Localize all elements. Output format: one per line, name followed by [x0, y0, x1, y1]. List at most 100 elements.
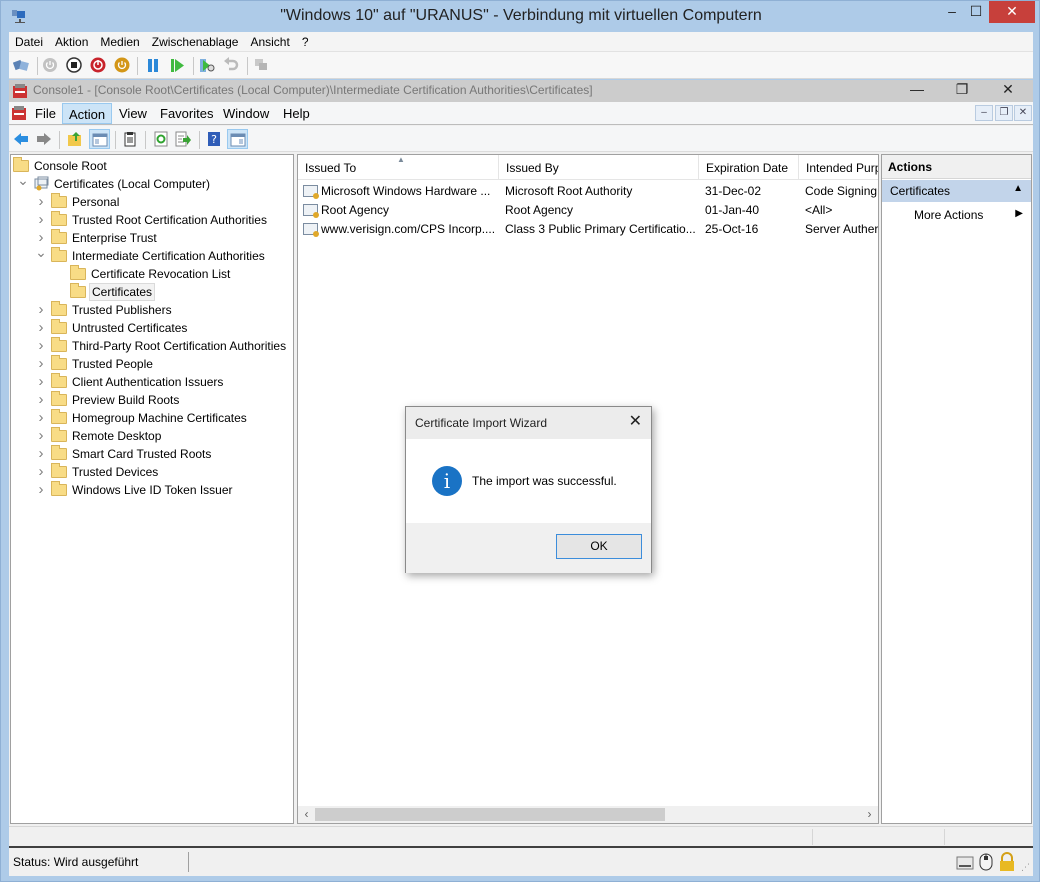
show-hide-action-pane-button[interactable]: [227, 129, 248, 149]
action-more-actions[interactable]: More Actions ▶: [882, 204, 1031, 226]
dialog-close-icon[interactable]: ✕: [629, 411, 642, 431]
chevron-right-icon[interactable]: ›: [35, 445, 47, 463]
maximize-button[interactable]: ☐: [961, 1, 991, 23]
chevron-right-icon[interactable]: ›: [35, 373, 47, 391]
menu-aktion[interactable]: Aktion: [49, 32, 94, 52]
tree-item[interactable]: ⌄ Certificates (Local Computer): [11, 172, 293, 193]
chevron-right-icon[interactable]: ›: [35, 193, 47, 211]
scroll-right-icon[interactable]: ›: [861, 806, 878, 823]
menu-ansicht[interactable]: Ansicht: [244, 32, 295, 52]
menu-help[interactable]: Help: [277, 103, 316, 124]
column-issued-by[interactable]: Issued By: [499, 155, 699, 180]
ok-button[interactable]: OK: [556, 534, 642, 559]
tree-item[interactable]: › Smart Card Trusted Roots: [11, 445, 293, 463]
chevron-right-icon[interactable]: ›: [35, 337, 47, 355]
chevron-right-icon[interactable]: ›: [35, 301, 47, 319]
horizontal-scrollbar[interactable]: ‹ ›: [298, 806, 878, 823]
close-button[interactable]: ✕: [989, 1, 1035, 23]
start-icon[interactable]: [42, 57, 58, 73]
certificate-store-icon: [34, 176, 49, 191]
menu-action[interactable]: Action: [62, 103, 113, 124]
folder-icon: [51, 211, 67, 226]
scroll-left-icon[interactable]: ‹: [298, 806, 315, 823]
menu-help[interactable]: ?: [296, 32, 315, 52]
folder-icon: [51, 229, 67, 244]
menu-view[interactable]: View: [113, 103, 153, 124]
menu-favorites[interactable]: Favorites: [154, 103, 219, 124]
tree-item[interactable]: Certificate Revocation List: [11, 265, 293, 283]
show-hide-tree-button[interactable]: [89, 129, 110, 149]
revert-icon[interactable]: [223, 57, 239, 73]
menu-window[interactable]: Window: [217, 103, 275, 124]
mdi-close-button[interactable]: ✕: [1014, 105, 1032, 121]
tree-item[interactable]: › Untrusted Certificates: [11, 319, 293, 337]
tree-item[interactable]: › Homegroup Machine Certificates: [11, 409, 293, 427]
console-close-button[interactable]: ✕: [993, 81, 1023, 98]
tree-item[interactable]: › Trusted Devices: [11, 463, 293, 481]
tree-item[interactable]: › Client Authentication Issuers: [11, 373, 293, 391]
turn-off-icon[interactable]: [66, 57, 82, 73]
mdi-minimize-button[interactable]: –: [975, 105, 993, 121]
vm-connection-window: "Windows 10" auf "URANUS" - Verbindung m…: [0, 0, 1040, 882]
column-expiration-date[interactable]: Expiration Date: [699, 155, 799, 180]
tree-item[interactable]: › Enterprise Trust: [11, 229, 293, 247]
menu-zwischenablage[interactable]: Zwischenablage: [146, 32, 245, 52]
menu-medien[interactable]: Medien: [94, 32, 145, 52]
chevron-down-icon[interactable]: ⌄: [35, 243, 47, 261]
back-icon[interactable]: [13, 131, 29, 147]
tree-item[interactable]: › Trusted Root Certification Authorities: [11, 211, 293, 229]
table-row[interactable]: www.verisign.com/CPS Incorp.... Class 3 P…: [298, 220, 878, 239]
ctrl-alt-del-icon[interactable]: [13, 57, 29, 73]
chevron-right-icon[interactable]: ›: [35, 319, 47, 337]
chevron-right-icon[interactable]: ›: [35, 427, 47, 445]
tree-item-label: Trusted Publishers: [72, 303, 172, 317]
tree-item[interactable]: ⌄ Intermediate Certification Authorities: [11, 244, 293, 265]
tree-item-label: Console Root: [34, 159, 107, 173]
table-row[interactable]: Microsoft Windows Hardware ... Microsoft …: [298, 182, 878, 201]
vm-toolbar: [9, 52, 1033, 79]
chevron-right-icon[interactable]: ›: [35, 409, 47, 427]
help-icon[interactable]: ?: [206, 131, 222, 147]
resize-grip-icon[interactable]: ⋰: [1021, 862, 1030, 873]
chevron-right-icon[interactable]: ›: [35, 481, 47, 499]
actions-section-certificates[interactable]: Certificates ▲: [882, 180, 1031, 202]
tree-item[interactable]: › Preview Build Roots: [11, 391, 293, 409]
tree-item[interactable]: Certificates: [11, 283, 293, 301]
dialog-title: Certificate Import Wizard: [415, 416, 548, 430]
collapse-up-icon[interactable]: ▲: [1013, 183, 1023, 194]
menu-file[interactable]: File: [29, 103, 62, 124]
chevron-right-icon[interactable]: ›: [35, 463, 47, 481]
tree-item[interactable]: › Trusted Publishers: [11, 301, 293, 319]
shutdown-icon[interactable]: [90, 57, 106, 73]
tree-item[interactable]: › Trusted People: [11, 355, 293, 373]
tree-item-label: Client Authentication Issuers: [72, 375, 224, 389]
refresh-icon[interactable]: [153, 131, 169, 147]
chevron-right-icon[interactable]: ›: [35, 211, 47, 229]
table-row[interactable]: Root Agency Root Agency 01-Jan-40 <All>: [298, 201, 878, 220]
properties-icon[interactable]: [122, 131, 138, 147]
mdi-child-icon[interactable]: [11, 105, 27, 121]
chevron-right-icon[interactable]: ›: [35, 355, 47, 373]
tree-item[interactable]: › Third-Party Root Certification Authorit…: [11, 337, 293, 355]
toolbar-separator: [199, 131, 200, 149]
console-restore-button[interactable]: ❐: [947, 81, 977, 98]
tree-item[interactable]: › Windows Live ID Token Issuer: [11, 481, 293, 499]
column-intended-purposes[interactable]: Intended Purp: [799, 155, 878, 180]
tree-item[interactable]: › Remote Desktop: [11, 427, 293, 445]
mdi-restore-button[interactable]: ❐: [995, 105, 1013, 121]
chevron-right-icon[interactable]: ›: [35, 391, 47, 409]
enhanced-session-icon[interactable]: [253, 57, 269, 73]
chevron-down-icon[interactable]: ⌄: [17, 171, 29, 189]
menu-datei[interactable]: Datei: [9, 32, 49, 52]
save-state-icon[interactable]: [114, 57, 130, 73]
tree-item[interactable]: Console Root: [11, 157, 293, 175]
forward-icon[interactable]: [36, 131, 52, 147]
up-level-icon[interactable]: [67, 131, 83, 147]
resume-icon[interactable]: [169, 57, 185, 73]
pause-icon[interactable]: [145, 57, 161, 73]
tree-item[interactable]: › Personal: [11, 193, 293, 211]
scrollbar-thumb[interactable]: [315, 808, 665, 821]
console-minimize-button[interactable]: —: [902, 81, 932, 97]
checkpoint-icon[interactable]: [199, 57, 215, 73]
export-list-icon[interactable]: [175, 131, 191, 147]
